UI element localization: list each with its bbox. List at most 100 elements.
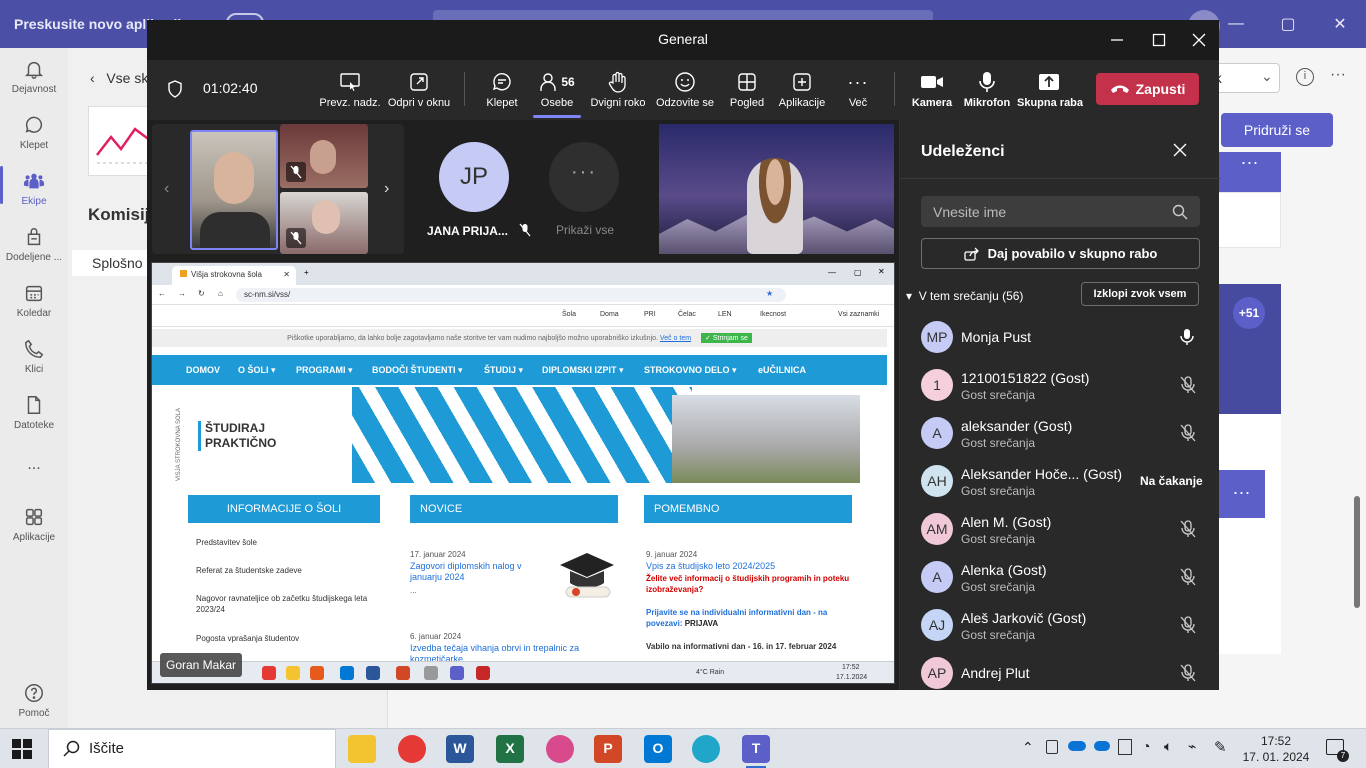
notifications-icon[interactable]: 7 bbox=[1326, 739, 1349, 762]
taskbar-search[interactable]: Iščite bbox=[48, 729, 336, 768]
teams-icon[interactable]: T bbox=[742, 735, 770, 768]
phone-link-icon[interactable] bbox=[1046, 740, 1058, 754]
camera-button[interactable]: Kamera bbox=[907, 60, 957, 120]
onedrive-icon[interactable] bbox=[1068, 741, 1086, 751]
new-tab-icon[interactable]: + bbox=[304, 268, 309, 277]
participant-video[interactable] bbox=[280, 124, 368, 188]
in-meeting-section-toggle[interactable]: ▾ V tem srečanju (56) bbox=[906, 289, 1023, 303]
home-icon[interactable]: ⌂ bbox=[218, 289, 223, 298]
browser-tab[interactable]: Višja strokovna šola ✕ bbox=[172, 266, 296, 285]
close-icon[interactable]: ✕ bbox=[1314, 0, 1366, 48]
mic-off-icon bbox=[1180, 520, 1196, 538]
participant-row[interactable]: AH Aleksander Hoče... (Gost) Gost srečan… bbox=[900, 458, 1220, 506]
back-link[interactable]: ‹ Vse sk bbox=[90, 70, 148, 86]
maximize-icon[interactable]: ▢ bbox=[854, 268, 862, 277]
rail-item-more[interactable]: ... bbox=[0, 456, 68, 474]
excel-icon[interactable]: X bbox=[496, 735, 524, 763]
volume-icon[interactable]: 🔈︎ bbox=[1164, 738, 1172, 755]
windows-start-icon[interactable] bbox=[12, 739, 32, 759]
url-field[interactable]: sc-nm.si/vss/ bbox=[236, 288, 786, 302]
share-button[interactable]: Skupna raba bbox=[1017, 60, 1083, 120]
rail-item-calls[interactable]: Klici bbox=[0, 338, 68, 375]
star-icon[interactable]: ★ bbox=[766, 289, 773, 298]
participant-video-large[interactable] bbox=[659, 124, 894, 254]
view-button[interactable]: Pogled bbox=[723, 60, 771, 120]
minimize-icon[interactable] bbox=[1102, 26, 1132, 54]
participant-row[interactable]: 1 12100151822 (Gost) Gost srečanja bbox=[900, 362, 1220, 410]
meeting-card-more-2[interactable]: ··· bbox=[1218, 470, 1265, 518]
chevron-right-icon[interactable]: › bbox=[384, 180, 389, 198]
scrollbar[interactable] bbox=[1354, 496, 1360, 608]
chevron-left-icon[interactable]: ‹ bbox=[164, 180, 169, 198]
rail-item-calendar[interactable]: Koledar bbox=[0, 282, 68, 319]
powerpoint-icon[interactable]: P bbox=[594, 735, 622, 763]
mic-off-icon bbox=[286, 162, 306, 182]
participant-row[interactable]: A Alenka (Gost) Gost srečanja bbox=[900, 554, 1220, 602]
word-icon[interactable]: W bbox=[446, 735, 474, 763]
take-control-button[interactable]: Prevz. nadz. bbox=[317, 60, 383, 120]
close-icon[interactable] bbox=[1172, 142, 1188, 158]
participant-row[interactable]: AJ Aleš Jarkovič (Gost) Gost srečanja bbox=[900, 602, 1220, 650]
participant-row[interactable]: AP Andrej Plut bbox=[900, 650, 1220, 690]
join-button[interactable]: Pridruži se bbox=[1221, 113, 1333, 147]
participants-plus-badge: +51 bbox=[1233, 297, 1265, 329]
chrome-icon[interactable] bbox=[398, 735, 426, 763]
close-icon[interactable]: ✕ bbox=[283, 270, 290, 279]
cookie-accept-button[interactable]: ✓ Strinjam se bbox=[701, 333, 752, 343]
info-icon[interactable]: i bbox=[1296, 68, 1314, 86]
participant-search-input[interactable] bbox=[921, 196, 1200, 227]
video-strip: ‹ › bbox=[152, 124, 404, 254]
edge-icon[interactable] bbox=[692, 735, 720, 763]
participant-row[interactable]: MP Monja Pust bbox=[900, 314, 1220, 362]
apps-button[interactable]: Aplikacije bbox=[775, 60, 829, 120]
cookie-banner: Piškotke uporabljamo, da lahko bolje zag… bbox=[152, 329, 887, 347]
rail-item-chat[interactable]: Klepet bbox=[0, 114, 68, 151]
close-icon[interactable]: ✕ bbox=[878, 267, 885, 276]
participant-video-active[interactable] bbox=[190, 130, 278, 250]
pop-out-button[interactable]: Odpri v oknu bbox=[385, 60, 453, 120]
rail-item-help[interactable]: Pomoč bbox=[0, 682, 68, 719]
chevron-up-icon[interactable]: ⌃ bbox=[1022, 739, 1034, 756]
raise-hand-button[interactable]: Dvigni roko bbox=[587, 60, 649, 120]
leave-button[interactable]: Zapusti bbox=[1096, 73, 1199, 105]
share-invite-button[interactable]: Daj povabilo v skupno rabo bbox=[921, 238, 1200, 269]
people-button[interactable]: 56 Osebe bbox=[533, 60, 581, 120]
taskbar-clock[interactable]: 17:52 17. 01. 2024 bbox=[1236, 733, 1316, 765]
wifi-icon[interactable]: ◔ bbox=[1142, 738, 1150, 754]
mute-all-button[interactable]: Izklopi zvok vsem bbox=[1081, 282, 1199, 306]
forward-icon[interactable]: → bbox=[178, 289, 186, 298]
outlook-icon[interactable]: O bbox=[644, 735, 672, 763]
participant-video[interactable] bbox=[280, 192, 368, 254]
rail-item-apps[interactable]: Aplikacije bbox=[0, 506, 68, 543]
app-rail: Dejavnost Klepet Ekipe Dodeljene ... Kol… bbox=[0, 48, 68, 728]
rail-item-files[interactable]: Datoteke bbox=[0, 394, 68, 431]
rail-item-teams[interactable]: Ekipe bbox=[0, 166, 68, 207]
pen-icon[interactable]: ✎ bbox=[1214, 738, 1227, 756]
close-icon[interactable] bbox=[1184, 26, 1214, 54]
rail-item-assignments[interactable]: Dodeljene ... bbox=[0, 226, 68, 263]
security-icon[interactable] bbox=[1118, 739, 1132, 755]
mic-button[interactable]: Mikrofon bbox=[961, 60, 1013, 120]
reload-icon[interactable]: ↻ bbox=[198, 289, 205, 298]
onedrive-sync-icon[interactable] bbox=[1094, 741, 1110, 751]
meeting-card-more[interactable]: ··· bbox=[1218, 152, 1281, 192]
participant-row[interactable]: AM Alen M. (Gost) Gost srečanja bbox=[900, 506, 1220, 554]
participant-row[interactable]: A aleksander (Gost) Gost srečanja bbox=[900, 410, 1220, 458]
back-icon[interactable]: ← bbox=[158, 289, 166, 298]
rail-item-activity[interactable]: Dejavnost bbox=[0, 58, 68, 95]
snipping-tool-icon[interactable] bbox=[546, 735, 574, 763]
shared-screen[interactable]: Višja strokovna šola ✕ + — ▢ ✕ ← → ↻ ⌂ sc… bbox=[151, 262, 895, 684]
more-button[interactable]: ··· Več bbox=[841, 60, 875, 120]
file-explorer-icon[interactable] bbox=[348, 735, 376, 763]
maximize-icon[interactable] bbox=[1144, 26, 1174, 54]
plug-icon[interactable]: ⌁ bbox=[1188, 738, 1196, 755]
chat-button[interactable]: Klepet bbox=[477, 60, 527, 120]
react-button[interactable]: Odzovite se bbox=[653, 60, 717, 120]
participant-tile-jp[interactable]: JP JANA PRIJA... bbox=[419, 124, 531, 254]
site-hero-banner: VIŠJA STROKOVNA ŠOLA ŠTUDIRAJ PRAKTIČNO bbox=[172, 387, 860, 483]
maximize-icon[interactable]: ▢ bbox=[1262, 0, 1314, 48]
minimize-icon[interactable]: — bbox=[828, 268, 836, 277]
take-control-icon bbox=[340, 73, 360, 91]
more-icon[interactable]: ··· bbox=[1330, 66, 1346, 84]
show-all-tile[interactable]: ··· Prikaži vse bbox=[541, 124, 627, 254]
